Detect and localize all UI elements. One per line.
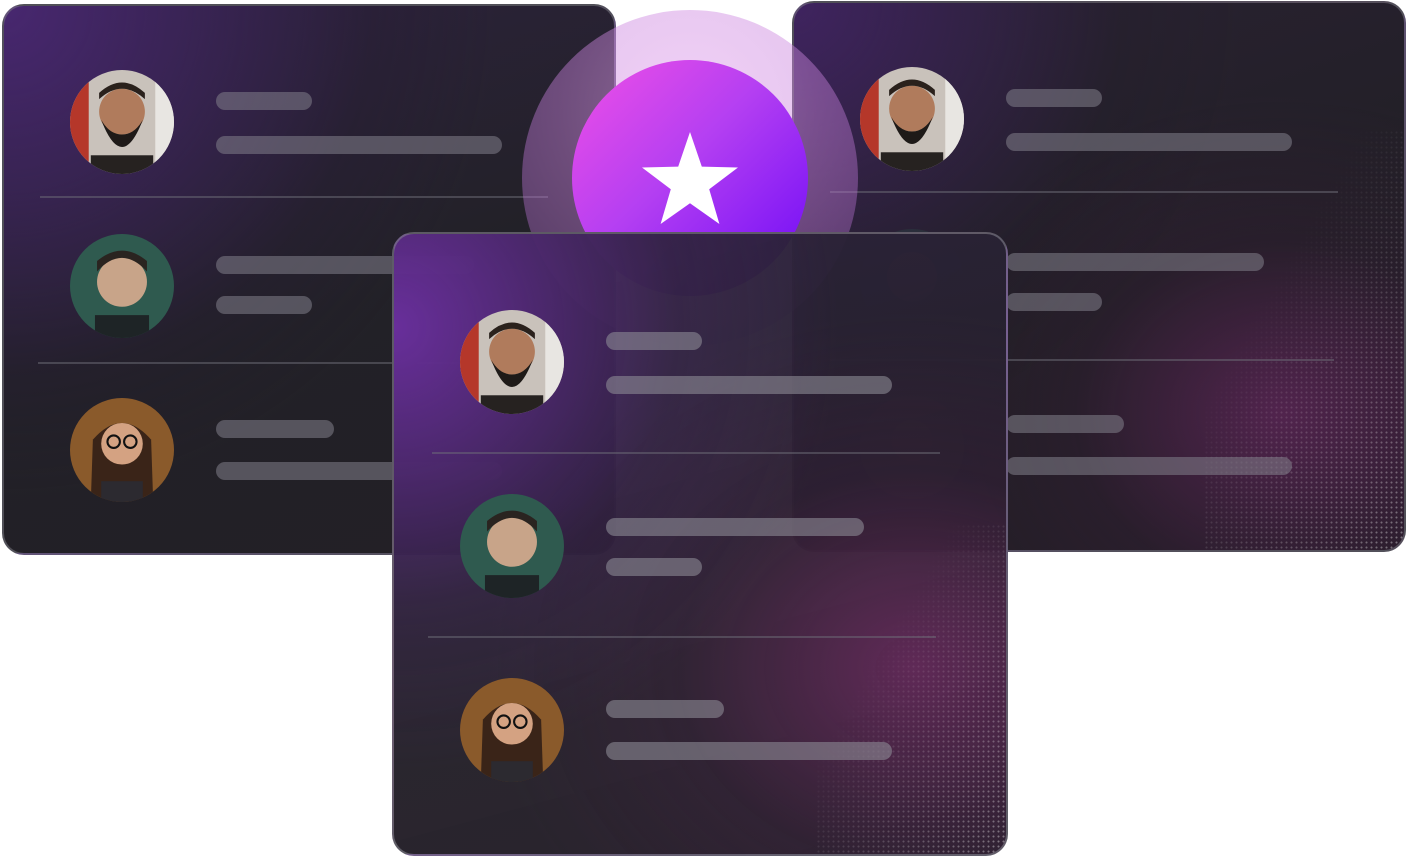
detail-placeholder — [216, 136, 502, 154]
detail-placeholder — [1006, 293, 1102, 311]
contact-card-center — [392, 232, 1008, 856]
avatar-woman-glasses — [460, 678, 564, 782]
detail-placeholder — [606, 742, 892, 760]
name-placeholder — [1006, 253, 1264, 271]
grain-texture — [816, 524, 1006, 854]
name-placeholder — [1006, 415, 1124, 433]
detail-placeholder — [216, 296, 312, 314]
name-placeholder — [216, 420, 334, 438]
detail-placeholder — [1006, 133, 1292, 151]
avatar-bearded-man — [460, 310, 564, 414]
avatar-bearded-man — [860, 67, 964, 171]
avatar-young-man — [70, 234, 174, 338]
name-placeholder — [216, 92, 312, 110]
avatar-young-man — [460, 494, 564, 598]
row-divider — [428, 636, 936, 638]
grain-texture — [1204, 130, 1404, 550]
row-divider — [40, 196, 548, 198]
name-placeholder — [1006, 89, 1102, 107]
stage — [0, 0, 1408, 856]
avatar-bearded-man — [70, 70, 174, 174]
star-icon — [642, 132, 738, 224]
row-divider — [830, 191, 1338, 193]
detail-placeholder — [606, 376, 892, 394]
name-placeholder — [606, 700, 724, 718]
detail-placeholder — [1006, 457, 1292, 475]
row-divider — [432, 452, 940, 454]
avatar-woman-glasses — [70, 398, 174, 502]
name-placeholder — [606, 332, 702, 350]
name-placeholder — [606, 518, 864, 536]
detail-placeholder — [606, 558, 702, 576]
